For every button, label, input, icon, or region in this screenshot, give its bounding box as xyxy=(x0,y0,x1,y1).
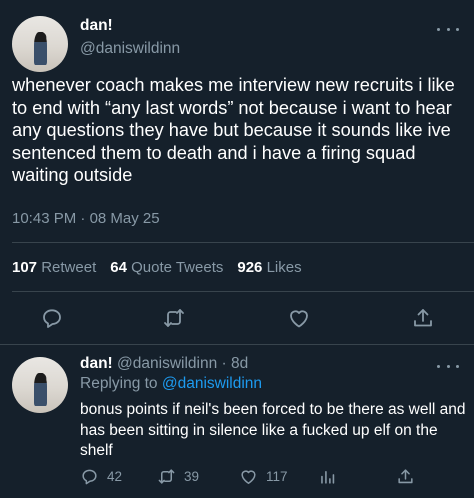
divider xyxy=(0,344,474,345)
reply-text: bonus points if neil's been forced to be… xyxy=(80,401,466,459)
avatar[interactable] xyxy=(12,357,68,413)
reply-age[interactable]: 8d xyxy=(231,355,248,372)
share-icon xyxy=(398,469,413,484)
quotes-stat[interactable]: 64 Quote Tweets xyxy=(110,259,223,276)
like-icon xyxy=(241,470,256,484)
like-button[interactable] xyxy=(287,306,311,330)
author-handle[interactable]: @daniswildinn xyxy=(80,40,180,58)
reply-button[interactable]: 42 xyxy=(80,467,122,486)
retweets-label: Retweet xyxy=(41,259,97,276)
likes-stat[interactable]: 926 Likes xyxy=(237,259,301,276)
replying-prefix: Replying to xyxy=(80,375,158,392)
retweet-button[interactable]: 39 xyxy=(157,467,199,486)
reply-author-line: dan! @daniswildinn · 8d xyxy=(80,355,248,373)
tweet-time: 10:43 PM xyxy=(12,210,77,227)
replying-to: Replying to @daniswildinn xyxy=(80,375,262,393)
divider xyxy=(12,242,474,243)
reply-button[interactable] xyxy=(40,306,64,330)
retweets-count: 107 xyxy=(12,259,38,276)
divider xyxy=(12,291,474,292)
reply-author-handle[interactable]: @daniswildinn xyxy=(117,355,217,372)
retweets-stat[interactable]: 107 Retweet xyxy=(12,259,96,276)
more-horizontal-icon[interactable] xyxy=(437,361,459,371)
quotes-count: 64 xyxy=(110,259,127,276)
reply-icon xyxy=(43,309,61,328)
avatar[interactable] xyxy=(12,16,68,72)
share-icon xyxy=(414,309,432,327)
retweet-button[interactable] xyxy=(162,306,186,330)
like-icon xyxy=(290,310,308,328)
tweet-date: 08 May 25 xyxy=(89,210,160,227)
share-button[interactable] xyxy=(411,306,435,330)
replying-mention[interactable]: @daniswildinn xyxy=(162,375,262,392)
author-name[interactable]: dan! xyxy=(80,17,113,35)
like-count: 117 xyxy=(266,469,288,484)
retweet-count: 39 xyxy=(184,469,200,484)
quotes-label: Quote Tweets xyxy=(131,259,224,276)
tweet-stats: 107 Retweet 64 Quote Tweets 926 Likes xyxy=(12,259,302,276)
retweet-icon xyxy=(158,469,175,484)
tweet-timestamp[interactable]: 10:43 PM · 08 May 25 xyxy=(12,210,160,227)
like-button[interactable]: 117 xyxy=(239,467,288,486)
reply-icon xyxy=(82,469,97,485)
tweet-text: whenever coach makes me interview new re… xyxy=(12,75,460,186)
likes-label: Likes xyxy=(266,259,302,276)
reply-author-name[interactable]: dan! xyxy=(80,355,113,372)
share-button[interactable] xyxy=(396,467,415,486)
likes-count: 926 xyxy=(237,259,263,276)
more-horizontal-icon[interactable] xyxy=(437,24,459,34)
analytics-button[interactable] xyxy=(318,467,337,486)
meta-separator: · xyxy=(221,355,227,372)
retweet-icon xyxy=(164,309,184,327)
meta-separator: · xyxy=(80,210,86,227)
reply-count: 42 xyxy=(107,469,123,484)
analytics-icon xyxy=(321,470,335,484)
